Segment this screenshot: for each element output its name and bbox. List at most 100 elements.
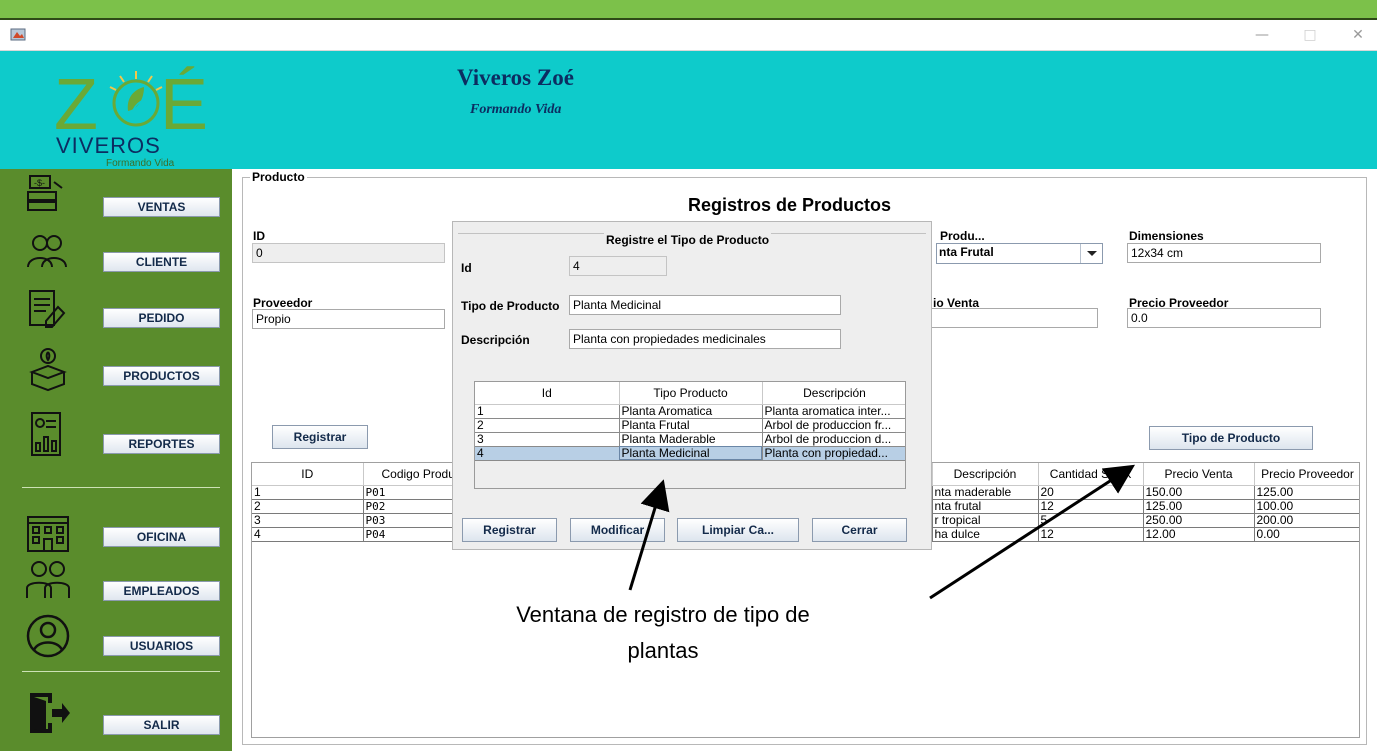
- producto-panel-legend: Producto: [250, 170, 307, 184]
- close-button[interactable]: ✕: [1346, 24, 1370, 46]
- tipo-producto-table[interactable]: Id Tipo Producto Descripción 1 Planta Ar…: [474, 381, 906, 489]
- column-header[interactable]: Cantidad Stock: [1038, 463, 1144, 486]
- dialog-desc-label: Descripción: [461, 333, 530, 347]
- tipo-producto-combo-value: nta Frutal: [939, 245, 994, 259]
- cell-precio-venta: 12.00: [1143, 527, 1255, 542]
- cell-codigo: P04: [363, 527, 454, 542]
- dialog-limpiar-button[interactable]: Limpiar Ca...: [677, 518, 799, 542]
- tipo-producto-combo[interactable]: nta Frutal: [936, 243, 1103, 264]
- nav-pedido-button[interactable]: PEDIDO: [103, 308, 220, 328]
- top-decoration-stripe: [0, 0, 1377, 20]
- dialog-registrar-button[interactable]: Registrar: [462, 518, 557, 542]
- cell-tipo: Planta Medicinal: [619, 446, 763, 461]
- tipo-de-producto-button[interactable]: Tipo de Producto: [1149, 426, 1313, 450]
- cell-precio-venta: 125.00: [1143, 499, 1255, 514]
- column-header[interactable]: Precio Venta: [1143, 463, 1255, 486]
- cell-descripcion: nta maderable: [932, 485, 1039, 500]
- cell-descripcion: ha dulce: [932, 527, 1039, 542]
- table-row[interactable]: 2 Planta Frutal Arbol de produccion fr..…: [475, 418, 905, 433]
- cell-codigo: P03: [363, 513, 454, 528]
- cell-descripcion: Planta con propiedad...: [762, 446, 905, 461]
- cell-stock: 20: [1038, 485, 1144, 500]
- column-header[interactable]: Tipo Producto: [619, 382, 763, 405]
- column-header[interactable]: Descripción: [932, 463, 1039, 486]
- employees-icon: [26, 561, 70, 598]
- cell-codigo: P02: [363, 499, 454, 514]
- annotation-text: Ventana de registro de tipo de plantas: [516, 602, 810, 663]
- user-circle-icon: [26, 614, 70, 658]
- chevron-down-icon[interactable]: [1080, 244, 1102, 263]
- sidebar-separator: [22, 671, 220, 672]
- nav-oficina-button[interactable]: OFICINA: [103, 527, 220, 547]
- minimize-button[interactable]: —: [1250, 24, 1274, 46]
- nav-productos-button[interactable]: PRODUCTOS: [103, 366, 220, 386]
- svg-text:VIVEROS: VIVEROS: [56, 133, 161, 158]
- dialog-id-label: Id: [461, 261, 472, 275]
- table-row-selected[interactable]: 4 Planta Medicinal Planta con propiedad.…: [475, 446, 905, 461]
- dialog-tipo-label: Tipo de Producto: [461, 299, 560, 313]
- column-header[interactable]: Id: [475, 382, 620, 405]
- java-app-icon: [10, 28, 26, 41]
- cell-id: 3: [252, 513, 364, 528]
- nav-ventas-button[interactable]: VENTAS: [103, 197, 220, 217]
- nav-empleados-button[interactable]: EMPLEADOS: [103, 581, 220, 601]
- clients-icon: [27, 235, 67, 268]
- id-label: ID: [253, 229, 265, 243]
- svg-text:Formando Vida: Formando Vida: [106, 158, 175, 169]
- cell-id: 4: [252, 527, 364, 542]
- app-subtitle: Formando Vida: [470, 102, 562, 117]
- column-header[interactable]: Precio Proveedor: [1254, 463, 1359, 486]
- nav-usuarios-button[interactable]: USUARIOS: [103, 636, 220, 656]
- window-titlebar: — □ ✕: [0, 20, 1377, 51]
- column-header[interactable]: Codigo Produ: [363, 463, 454, 486]
- nav-salir-button[interactable]: SALIR: [103, 715, 220, 735]
- proveedor-field[interactable]: Propio: [252, 309, 445, 329]
- registros-heading: Registros de Productos: [688, 195, 892, 215]
- registrar-producto-button[interactable]: Registrar: [272, 425, 368, 449]
- cell-stock: 5: [1038, 513, 1144, 528]
- cell-precio-proveedor: 100.00: [1254, 499, 1359, 514]
- cell-descripcion: r tropical: [932, 513, 1039, 528]
- cell-descripcion: Planta aromatica inter...: [762, 404, 905, 419]
- dimensiones-label: Dimensiones: [1129, 229, 1204, 243]
- cell-id: 2: [475, 418, 620, 433]
- table-row[interactable]: 1 Planta Aromatica Planta aromatica inte…: [475, 404, 905, 419]
- cell-stock: 12: [1038, 499, 1144, 514]
- plant-box-icon: [29, 348, 67, 392]
- nav-reportes-button[interactable]: REPORTES: [103, 434, 220, 454]
- app-header: Z É VIVEROS Formando Vida Viveros Zoé Fo…: [0, 51, 1377, 169]
- nav-cliente-button[interactable]: CLIENTE: [103, 252, 220, 272]
- svg-text:-$-: -$-: [34, 178, 45, 188]
- cell-descripcion: nta frutal: [932, 499, 1039, 514]
- column-header[interactable]: Descripción: [762, 382, 905, 405]
- svg-text:É: É: [160, 65, 208, 145]
- maximize-button[interactable]: □: [1298, 24, 1322, 46]
- app-title: Viveros Zoé: [457, 65, 574, 90]
- cell-descripcion: Arbol de produccion d...: [762, 432, 905, 447]
- dialog-cerrar-button[interactable]: Cerrar: [812, 518, 907, 542]
- dialog-desc-field[interactable]: Planta con propiedades medicinales: [569, 329, 841, 349]
- cell-descripcion: Arbol de produccion fr...: [762, 418, 905, 433]
- dialog-modificar-button[interactable]: Modificar: [570, 518, 665, 542]
- dimensiones-field[interactable]: 12x34 cm: [1127, 243, 1321, 263]
- cell-tipo: Planta Aromatica: [619, 404, 763, 419]
- cell-precio-proveedor: 200.00: [1254, 513, 1359, 528]
- dialog-legend: Registre el Tipo de Producto: [604, 233, 772, 247]
- precio-proveedor-field[interactable]: 0.0: [1127, 308, 1321, 328]
- table-row[interactable]: 3 Planta Maderable Arbol de produccion d…: [475, 432, 905, 447]
- column-header[interactable]: ID: [252, 463, 364, 486]
- cell-tipo: Planta Maderable: [619, 432, 763, 447]
- dialog-id-field[interactable]: 4: [569, 256, 667, 276]
- precio-venta-field[interactable]: [930, 308, 1098, 328]
- cell-id: 4: [475, 446, 620, 461]
- id-field[interactable]: 0: [252, 243, 445, 263]
- cell-precio-venta: 250.00: [1143, 513, 1255, 528]
- tipo-producto-label: Produ...: [940, 229, 985, 243]
- cell-precio-proveedor: 125.00: [1254, 485, 1359, 500]
- proveedor-label: Proveedor: [253, 296, 313, 310]
- cell-precio-proveedor: 0.00: [1254, 527, 1359, 542]
- dialog-tipo-field[interactable]: Planta Medicinal: [569, 295, 841, 315]
- order-form-icon: [29, 290, 66, 328]
- cell-tipo: Planta Frutal: [619, 418, 763, 433]
- cell-stock: 12: [1038, 527, 1144, 542]
